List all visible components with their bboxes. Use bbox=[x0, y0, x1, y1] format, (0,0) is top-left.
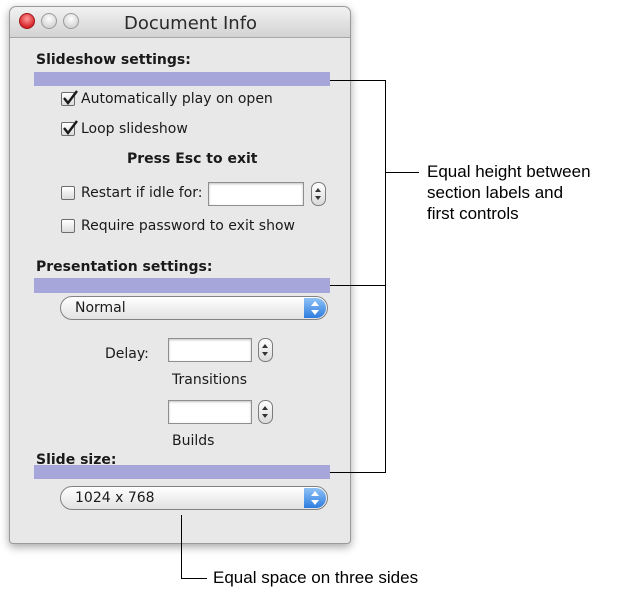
delay-label: Delay: bbox=[105, 346, 149, 362]
slide-size-popup[interactable]: 1024 x 768 bbox=[60, 486, 328, 510]
popup-arrows-icon bbox=[304, 488, 326, 508]
bottom-callout-vertical bbox=[181, 515, 182, 579]
loop-slideshow-label[interactable]: Loop slideshow bbox=[81, 121, 188, 137]
stepper-down-icon bbox=[262, 414, 268, 418]
require-password-checkbox[interactable] bbox=[61, 219, 75, 233]
auto-play-checkbox[interactable] bbox=[61, 90, 78, 106]
loop-slideshow-checkbox[interactable] bbox=[61, 120, 78, 136]
transitions-delay-stepper[interactable] bbox=[258, 338, 273, 362]
checkmark-icon bbox=[63, 90, 78, 105]
stepper-up-icon bbox=[315, 188, 321, 192]
callout-pointer bbox=[385, 172, 419, 173]
restart-idle-stepper[interactable] bbox=[311, 182, 326, 206]
stepper-up-icon bbox=[262, 406, 268, 410]
popup-arrows-icon bbox=[304, 298, 326, 318]
restart-idle-field[interactable] bbox=[208, 182, 304, 206]
auto-play-label[interactable]: Automatically play on open bbox=[81, 91, 273, 107]
equal-height-callout: Equal height between section labels and … bbox=[427, 161, 591, 224]
stepper-down-icon bbox=[315, 196, 321, 200]
bottom-callout-horizontal bbox=[181, 578, 207, 579]
restart-idle-label[interactable]: Restart if idle for: bbox=[81, 185, 203, 201]
callout-bracket-vertical bbox=[385, 80, 386, 473]
checkmark-icon bbox=[63, 120, 78, 135]
require-password-label[interactable]: Require password to exit show bbox=[81, 218, 295, 234]
equal-height-line-2: section labels and bbox=[427, 183, 564, 202]
presentation-section-label: Presentation settings: bbox=[36, 259, 213, 275]
equal-height-line-1: Equal height between bbox=[427, 162, 591, 181]
transitions-label: Transitions bbox=[172, 372, 247, 388]
transitions-delay-field[interactable] bbox=[168, 338, 252, 362]
restart-idle-checkbox[interactable] bbox=[61, 186, 75, 200]
stepper-down-icon bbox=[262, 352, 268, 356]
equal-height-line-3: first controls bbox=[427, 204, 519, 223]
slide-size-value: 1024 x 768 bbox=[75, 490, 155, 506]
builds-label: Builds bbox=[172, 433, 215, 449]
callout-line-middle bbox=[330, 285, 386, 286]
builds-delay-stepper[interactable] bbox=[258, 400, 273, 424]
slide-size-section-label: Slide size: bbox=[36, 452, 117, 468]
callout-line-top bbox=[330, 80, 386, 81]
builds-delay-field[interactable] bbox=[168, 400, 252, 424]
stepper-up-icon bbox=[262, 344, 268, 348]
callout-line-bottom bbox=[330, 472, 386, 473]
presentation-mode-value: Normal bbox=[75, 300, 126, 316]
equal-space-callout: Equal space on three sides bbox=[213, 568, 419, 587]
esc-note: Press Esc to exit bbox=[127, 151, 258, 167]
slideshow-section-label: Slideshow settings: bbox=[36, 52, 191, 68]
presentation-mode-popup[interactable]: Normal bbox=[60, 296, 328, 320]
panel-content: Slideshow settings: Automatically play o… bbox=[0, 0, 636, 592]
